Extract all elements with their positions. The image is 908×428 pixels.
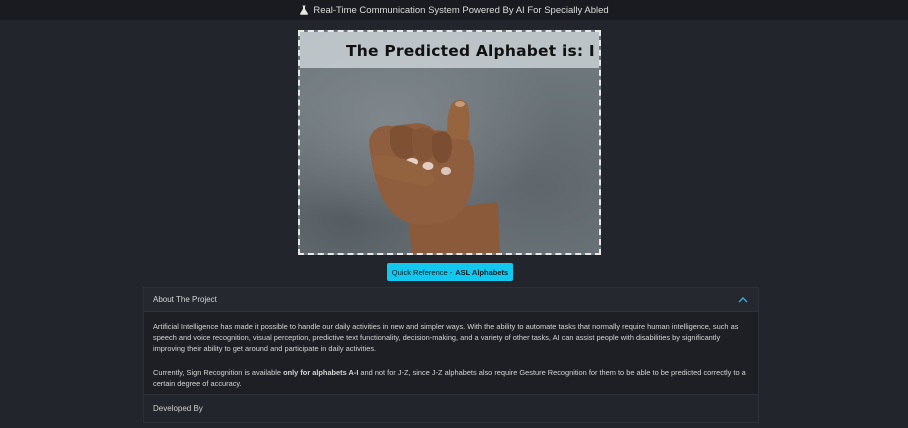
about-project-header[interactable]: About The Project bbox=[144, 288, 758, 312]
app-title: Real-Time Communication System Powered B… bbox=[313, 4, 609, 16]
webcam-video-feed: The Predicted Alphabet is: I bbox=[298, 30, 601, 255]
about-paragraph-2-bold: only for alphabets A-I bbox=[283, 367, 359, 377]
asl-alphabets-label: ASL Alphabets bbox=[455, 267, 509, 277]
about-paragraph-1: Artificial Intelligence has made it poss… bbox=[153, 322, 739, 354]
quick-reference-button[interactable]: Quick Reference - ASL Alphabets bbox=[387, 263, 513, 281]
top-header-bar: Real-Time Communication System Powered B… bbox=[0, 0, 908, 20]
about-project-body: Artificial Intelligence has made it poss… bbox=[144, 312, 758, 389]
about-paragraph-2-start: Currently, Sign Recognition is available bbox=[153, 367, 284, 377]
developed-by-title: Developed By bbox=[153, 404, 203, 413]
developed-by-header[interactable]: Developed By bbox=[144, 394, 758, 422]
quick-reference-label: Quick Reference - bbox=[391, 267, 453, 277]
predicted-alphabet-text: The Predicted Alphabet is: I bbox=[346, 42, 595, 60]
project-accordion: About The Project Artificial Intelligenc… bbox=[143, 287, 759, 423]
about-project-title: About The Project bbox=[153, 295, 217, 304]
about-paragraph-2: Currently, Sign Recognition is available… bbox=[153, 367, 749, 389]
flask-icon bbox=[300, 5, 309, 15]
chevron-up-icon[interactable] bbox=[738, 296, 748, 304]
